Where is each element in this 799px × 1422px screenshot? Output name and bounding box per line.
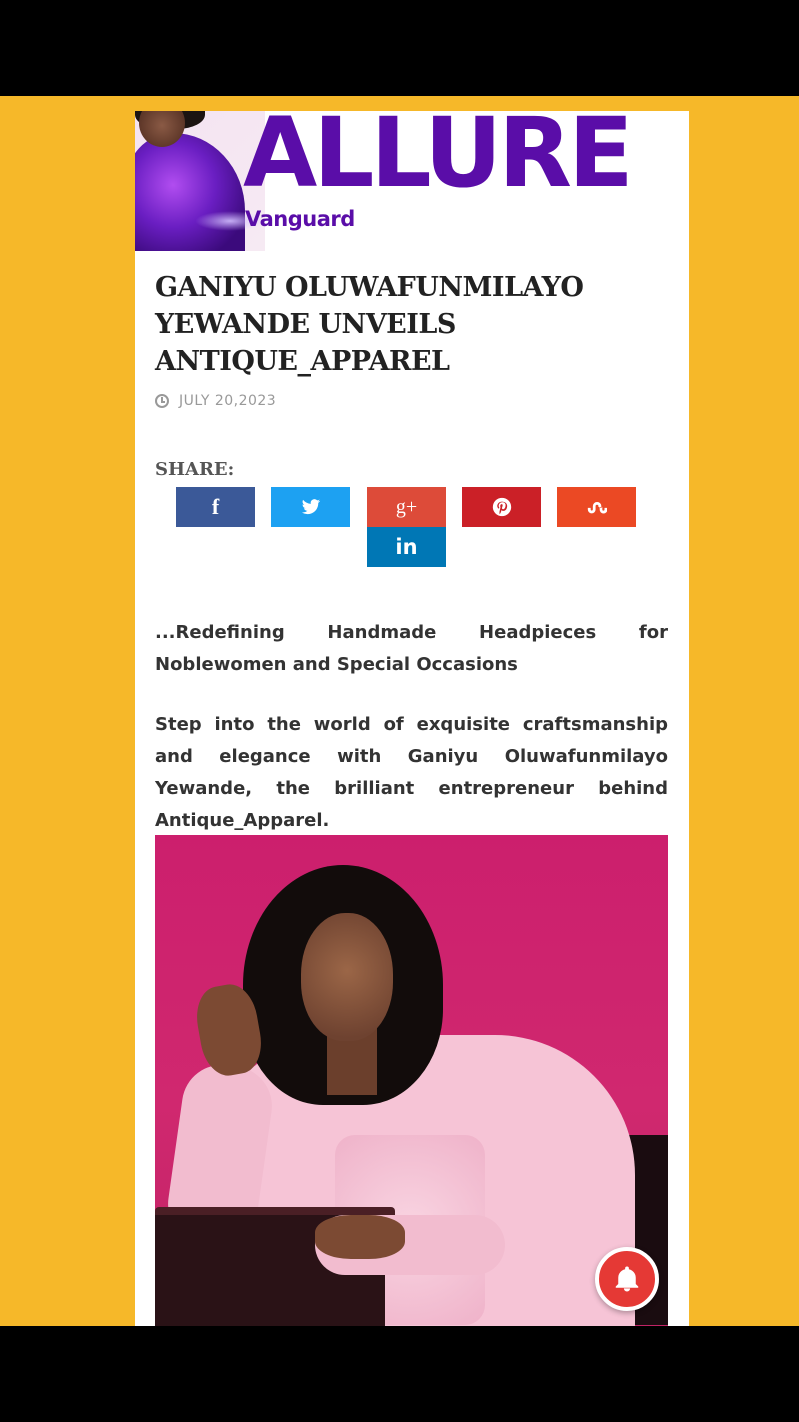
vanguard-logo: Vanguard bbox=[245, 207, 355, 231]
article-title: GANIYU OLUWAFUNMILAYO YEWANDE UNVEILS AN… bbox=[155, 272, 584, 377]
masthead[interactable]: ALLURE Vanguard bbox=[135, 111, 689, 251]
notification-bell-button[interactable] bbox=[595, 1247, 659, 1311]
linkedin-icon: in bbox=[395, 535, 418, 559]
share-facebook-button[interactable]: f bbox=[176, 487, 255, 527]
article-date: JULY 20,2023 bbox=[155, 393, 276, 409]
article-intro: ...Redefining Handmade Headpieces for No… bbox=[155, 622, 668, 675]
facebook-icon: f bbox=[211, 494, 220, 519]
google-plus-icon: g+ bbox=[395, 495, 418, 518]
article-paragraph: Step into the world of exquisite craftsm… bbox=[155, 714, 668, 831]
twitter-icon bbox=[301, 499, 320, 515]
pinterest-icon bbox=[492, 497, 511, 517]
top-letterbox bbox=[0, 0, 799, 96]
share-google-plus-button[interactable]: g+ bbox=[367, 487, 446, 527]
date-text: JULY 20,2023 bbox=[179, 393, 277, 409]
stumbleupon-icon bbox=[587, 501, 607, 514]
share-linkedin-button[interactable]: in bbox=[367, 527, 446, 567]
share-label: SHARE: bbox=[155, 459, 235, 480]
bell-icon bbox=[615, 1266, 639, 1292]
share-stumbleupon-button[interactable] bbox=[557, 487, 636, 527]
article-photo bbox=[155, 835, 668, 1326]
article-card: ALLURE Vanguard GANIYU OLUWAFUNMILAYO YE… bbox=[135, 111, 689, 1326]
clock-icon bbox=[155, 394, 169, 408]
bottom-letterbox bbox=[0, 1326, 799, 1422]
share-pinterest-button[interactable] bbox=[462, 487, 541, 527]
allure-logo: ALLURE bbox=[243, 111, 634, 209]
share-twitter-button[interactable] bbox=[271, 487, 350, 527]
